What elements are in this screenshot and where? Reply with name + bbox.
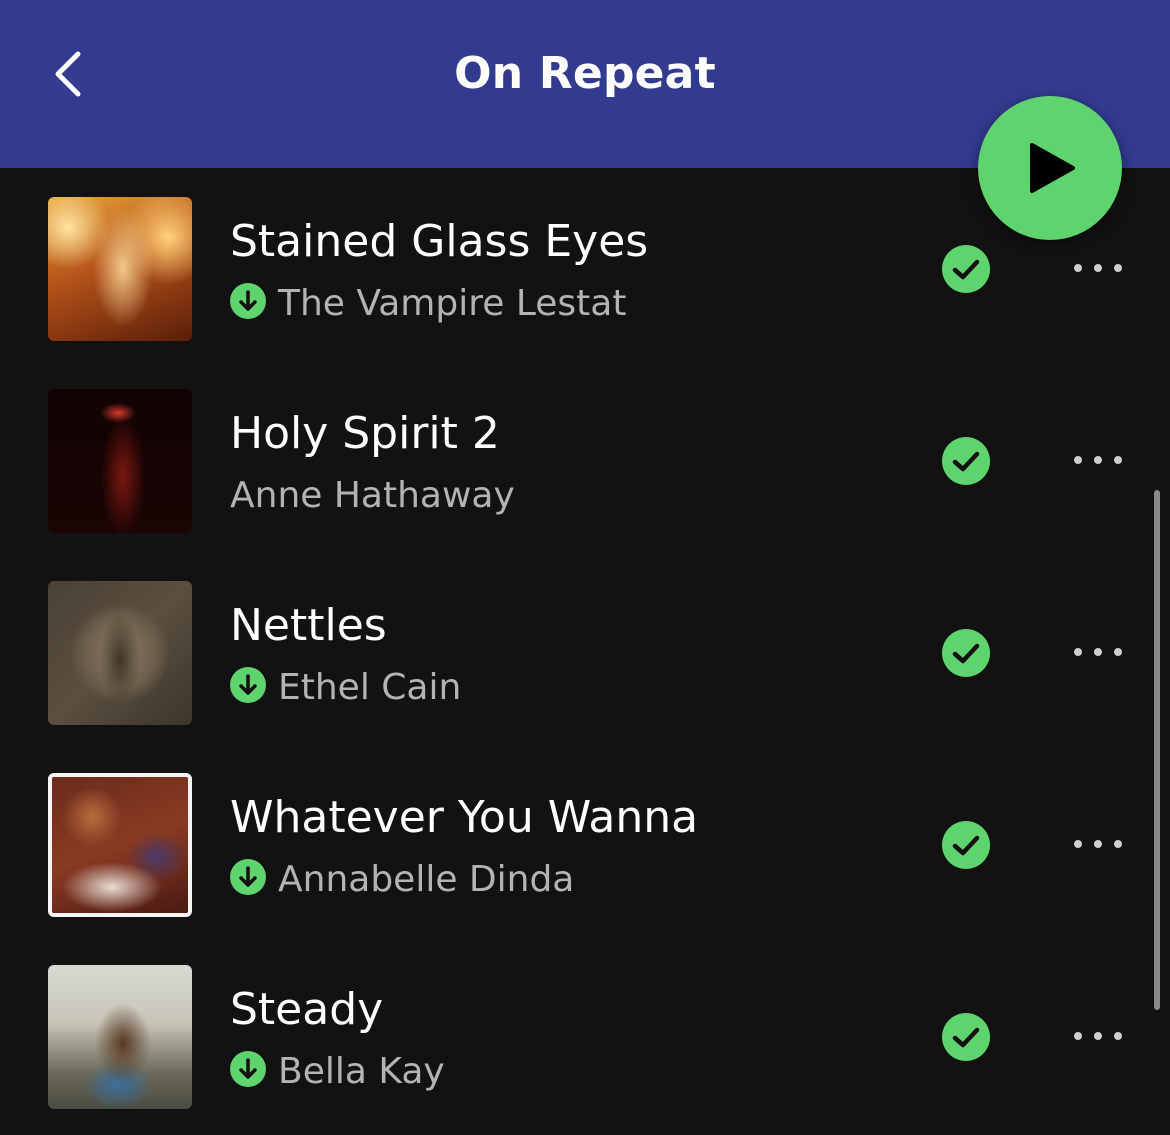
scrollbar[interactable]: [1154, 490, 1160, 1010]
more-horizontal-icon[interactable]: [1068, 1026, 1128, 1046]
check-circle-icon[interactable]: [942, 437, 990, 485]
more-horizontal-icon[interactable]: [1068, 642, 1128, 662]
track-artist: Anne Hathaway: [230, 475, 515, 516]
more-horizontal-icon[interactable]: [1068, 834, 1128, 854]
track-artist: The Vampire Lestat: [278, 283, 627, 324]
track-title: Stained Glass Eyes: [230, 216, 649, 267]
track-artist-line: Bella Kay: [230, 1050, 445, 1094]
download-icon: [230, 859, 266, 895]
album-artwork: [48, 389, 192, 533]
track-artist-line: Ethel Cain: [230, 666, 461, 710]
track-artist-line: Annabelle Dinda: [230, 858, 574, 902]
track-title: Whatever You Wanna: [230, 792, 699, 843]
track-artist: Annabelle Dinda: [278, 859, 575, 900]
track-artist-line: The Vampire Lestat: [230, 282, 626, 326]
check-circle-icon[interactable]: [942, 1013, 990, 1061]
track-title: Holy Spirit 2: [230, 408, 500, 459]
album-artwork: [48, 773, 192, 917]
track-row[interactable]: Steady Bella Kay: [0, 936, 1170, 1128]
download-icon: [230, 667, 266, 703]
track-title: Steady: [230, 984, 384, 1035]
track-artist-line: Anne Hathaway: [230, 474, 515, 518]
album-artwork: [48, 197, 192, 341]
download-icon: [230, 1051, 266, 1087]
check-circle-icon[interactable]: [942, 821, 990, 869]
track-artist: Ethel Cain: [278, 667, 462, 708]
more-horizontal-icon[interactable]: [1068, 450, 1128, 470]
track-artist: Bella Kay: [278, 1051, 445, 1092]
track-title: Nettles: [230, 600, 387, 651]
page-title: On Repeat: [454, 48, 716, 99]
album-artwork: [48, 581, 192, 725]
track-row[interactable]: Nettles Ethel Cain: [0, 552, 1170, 744]
play-button[interactable]: [978, 96, 1122, 240]
track-row[interactable]: Whatever You Wanna Annabelle Dinda: [0, 744, 1170, 936]
check-circle-icon[interactable]: [942, 245, 990, 293]
play-icon: [1030, 143, 1075, 193]
more-horizontal-icon[interactable]: [1068, 258, 1128, 278]
album-artwork: [48, 965, 192, 1109]
check-circle-icon[interactable]: [942, 629, 990, 677]
app-screen: On Repeat Stained Glass Eyes The Vampire…: [0, 0, 1170, 1135]
track-row[interactable]: Holy Spirit 2 Anne Hathaway: [0, 360, 1170, 552]
download-icon: [230, 283, 266, 319]
